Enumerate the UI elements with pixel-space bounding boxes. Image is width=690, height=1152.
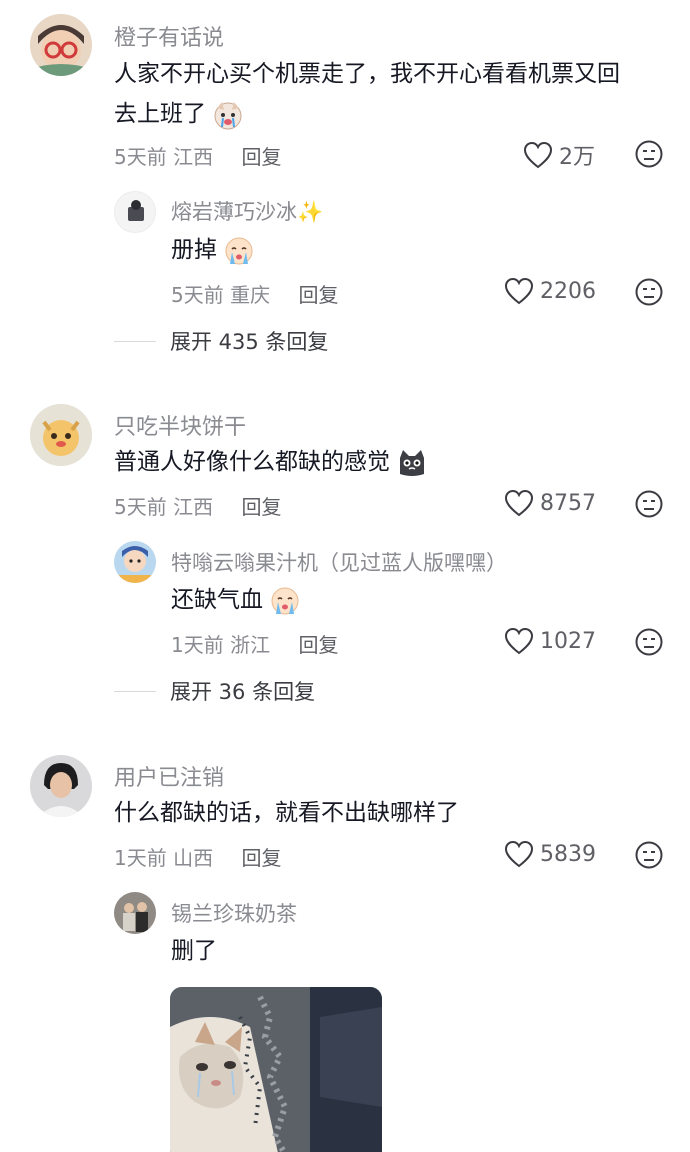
reply-avatar[interactable] — [114, 541, 156, 583]
like-count: 2万 — [559, 145, 595, 170]
reply-text: 还缺气血 — [171, 580, 300, 620]
expand-replies-label: 展开 435 条回复 — [170, 330, 329, 354]
heart-outline-icon — [504, 840, 534, 868]
cat-emoji — [397, 448, 427, 478]
reply-location: 重庆 — [230, 283, 271, 307]
divider — [114, 690, 156, 692]
like-count: 2206 — [540, 278, 596, 304]
expand-replies-button[interactable]: 展开 36 条回复 — [114, 676, 315, 706]
comment-text: 人家不开心买个机票走了，我不开心看看机票又回 去上班了 — [114, 54, 674, 134]
reply-text: 册掉 — [171, 230, 254, 270]
crying-dog-emoji — [213, 100, 243, 130]
reply-avatar[interactable] — [114, 191, 156, 233]
comment-list: 橙子有话说 人家不开心买个机票走了，我不开心看看机票又回 去上班了 5天前 江西… — [0, 0, 690, 1152]
reply-location: 浙江 — [230, 633, 271, 657]
reply-button[interactable]: 回复 — [241, 145, 281, 169]
reply-meta: 1天前 浙江 回复 — [171, 629, 338, 658]
crying-emoji — [224, 236, 254, 266]
reply-username[interactable]: 熔岩薄巧沙冰✨ — [171, 196, 323, 226]
reply-text-content: 还缺气血 — [171, 587, 263, 613]
comment-text-content: 什么都缺的话，就看不出缺哪样了 — [114, 800, 459, 826]
crying-emoji — [270, 586, 300, 616]
like-button[interactable]: 8757 — [504, 489, 596, 517]
comment-location: 江西 — [173, 495, 214, 519]
heart-outline-icon — [523, 141, 553, 169]
crying-cat-photo[interactable] — [170, 987, 382, 1152]
avatar[interactable] — [30, 404, 92, 466]
dislike-icon[interactable] — [634, 277, 664, 307]
reply-date: 1天前 — [171, 633, 224, 657]
comment-username[interactable]: 只吃半块饼干 — [114, 409, 246, 441]
comment-location: 江西 — [173, 145, 214, 169]
reply-username[interactable]: 锡兰珍珠奶茶 — [171, 898, 297, 928]
reply-button[interactable]: 回复 — [298, 633, 338, 657]
like-count: 8757 — [540, 490, 596, 516]
comment-date: 5天前 — [114, 145, 167, 169]
heart-outline-icon — [504, 627, 534, 655]
comment-text-content: 普通人好像什么都缺的感觉 — [114, 449, 390, 475]
comment-text: 什么都缺的话，就看不出缺哪样了 — [114, 793, 459, 833]
expand-replies-label: 展开 36 条回复 — [170, 680, 316, 704]
like-button[interactable]: 2206 — [504, 277, 596, 305]
heart-outline-icon — [504, 277, 534, 305]
like-button[interactable]: 5839 — [504, 840, 596, 868]
comment-date: 5天前 — [114, 495, 167, 519]
reply-text-content: 删了 — [171, 938, 217, 964]
reply-button[interactable]: 回复 — [298, 283, 338, 307]
comment-text-line: 人家不开心买个机票走了，我不开心看看机票又回 — [114, 61, 620, 87]
reply-button[interactable]: 回复 — [241, 846, 281, 870]
like-count: 1027 — [540, 628, 596, 654]
comment-meta: 5天前 江西 回复 — [114, 491, 281, 520]
dislike-icon[interactable] — [634, 840, 664, 870]
reply-avatar[interactable] — [114, 892, 156, 934]
comment-meta: 5天前 江西 回复 — [114, 141, 281, 170]
comment-username[interactable]: 用户已注销 — [114, 760, 224, 792]
comment-meta: 1天前 山西 回复 — [114, 842, 281, 871]
reply-username[interactable]: 特嗡云嗡果汁机（见过蓝人版嘿嘿） — [171, 547, 507, 577]
reply-text: 删了 — [171, 931, 217, 971]
heart-outline-icon — [504, 489, 534, 517]
comment-text-line: 去上班了 — [114, 101, 206, 127]
comment-username[interactable]: 橙子有话说 — [114, 20, 224, 52]
dislike-icon[interactable] — [634, 139, 664, 169]
avatar[interactable] — [30, 14, 92, 76]
like-button[interactable]: 1027 — [504, 627, 596, 655]
comment-location: 山西 — [173, 846, 214, 870]
reply-text-content: 册掉 — [171, 237, 217, 263]
reply-date: 5天前 — [171, 283, 224, 307]
dislike-icon[interactable] — [634, 627, 664, 657]
comment-text: 普通人好像什么都缺的感觉 — [114, 442, 427, 482]
divider — [114, 340, 156, 342]
comment-date: 1天前 — [114, 846, 167, 870]
avatar[interactable] — [30, 755, 92, 817]
like-count: 5839 — [540, 841, 596, 867]
reply-meta: 5天前 重庆 回复 — [171, 279, 338, 308]
expand-replies-button[interactable]: 展开 435 条回复 — [114, 326, 328, 356]
like-button[interactable]: 2万 — [523, 139, 595, 171]
dislike-icon[interactable] — [634, 489, 664, 519]
reply-button[interactable]: 回复 — [241, 495, 281, 519]
